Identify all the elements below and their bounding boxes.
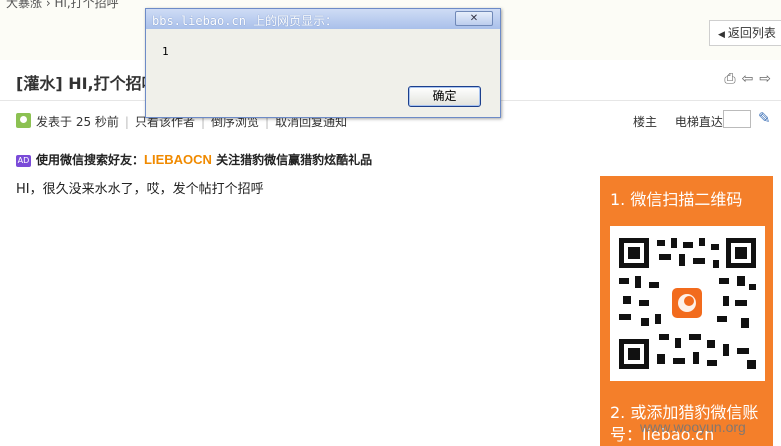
ad-wechat-id: LIEBAOCN: [144, 152, 212, 167]
breadcrumb-current[interactable]: Hi,打个招呼: [54, 0, 118, 10]
wrench-icon[interactable]: ✎: [758, 109, 771, 127]
breadcrumb-sep: ›: [45, 0, 51, 10]
chevron-left-icon: ◀: [718, 30, 725, 40]
post-body: HI，很久没来水水了，哎，发个帖打个招呼: [16, 182, 264, 197]
floor-nav: 楼主 电梯直达: [633, 113, 723, 130]
ad-badge-icon: AD: [16, 155, 31, 167]
post-time: 发表于 25 秒前: [36, 115, 119, 129]
dialog-titlebar[interactable]: bbs.liebao.cn 上的网页显示： ✕: [146, 9, 500, 29]
qr-code-icon: [610, 226, 765, 381]
thread-title: [灌水] HI,打个招呼: [16, 74, 158, 93]
back-to-list-button[interactable]: ◀ 返回列表: [709, 20, 781, 46]
dialog-message: 1: [162, 45, 169, 58]
title-tools: ⎙ ⇦ ⇨: [724, 71, 771, 87]
jump-floor-input[interactable]: [723, 110, 751, 128]
back-button-label: 返回列表: [727, 26, 776, 40]
ad-suffix: 关注猎豹微信赢猎豹炫酷礼品: [211, 153, 373, 167]
ad-prefix: 使用微信搜索好友：: [36, 153, 145, 167]
divider: |: [124, 115, 129, 129]
promo-step1: 1. 微信扫描二维码: [610, 190, 743, 209]
jump-floor-label: 电梯直达: [674, 115, 723, 129]
dialog-title: bbs.liebao.cn 上的网页显示：: [152, 14, 338, 28]
prev-icon[interactable]: ⇦: [742, 71, 754, 87]
author-icon: [16, 113, 31, 128]
ok-button[interactable]: 确定: [408, 86, 481, 107]
close-icon[interactable]: ✕: [455, 11, 493, 26]
print-icon[interactable]: ⎙: [724, 71, 735, 87]
breadcrumb-home[interactable]: 大暴涨: [6, 0, 42, 10]
floor-owner-label: 楼主: [633, 115, 658, 129]
breadcrumb: 大暴涨 › Hi,打个招呼: [6, 0, 119, 11]
ad-line: AD 使用微信搜索好友：LIEBAOCN 关注猎豹微信赢猎豹炫酷礼品: [16, 151, 372, 168]
alert-dialog: bbs.liebao.cn 上的网页显示： ✕ 1 确定: [145, 8, 501, 118]
next-icon[interactable]: ⇨: [759, 71, 771, 87]
wechat-promo-panel: 1. 微信扫描二维码 2. 或添加猎豹微信账号：liebao.cn: [600, 176, 773, 446]
watermark: www.wooyun.org: [640, 419, 746, 435]
